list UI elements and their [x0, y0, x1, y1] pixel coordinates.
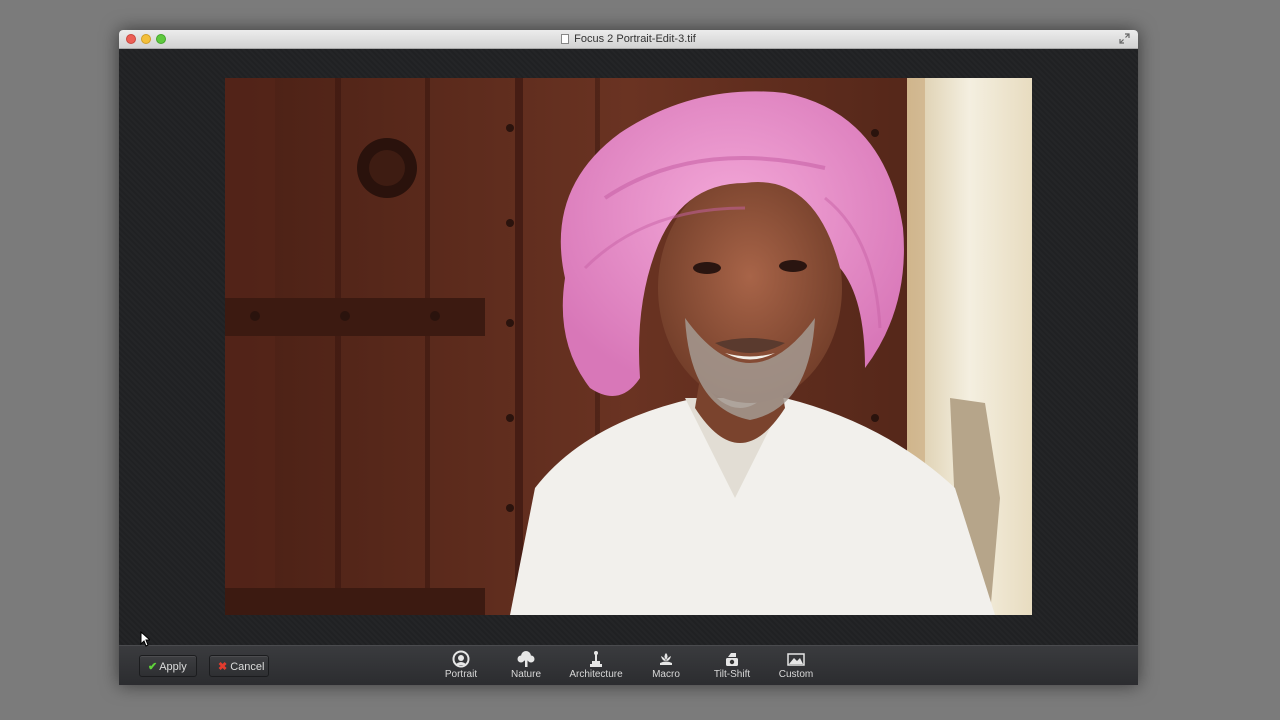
- portrait-photo: [225, 78, 1032, 615]
- preset-label: Macro: [652, 669, 680, 680]
- mouse-cursor-icon: [140, 631, 150, 647]
- title-bar: Focus 2 Portrait-Edit-3.tif: [119, 30, 1138, 49]
- window-title: Focus 2 Portrait-Edit-3.tif: [574, 33, 696, 45]
- preset-tilt-shift[interactable]: Tilt-Shift: [711, 650, 753, 684]
- preset-label: Nature: [510, 669, 541, 680]
- preset-nature[interactable]: Nature: [508, 650, 544, 684]
- window-title-wrap: Focus 2 Portrait-Edit-3.tif: [119, 32, 1138, 46]
- custom-landscape-icon: [787, 653, 805, 666]
- preset-macro[interactable]: Macro: [649, 650, 683, 684]
- flower-icon: [660, 653, 672, 665]
- apply-label: Apply: [159, 661, 187, 673]
- cancel-label: Cancel: [230, 661, 265, 673]
- photo-preview: [225, 78, 1032, 615]
- preset-label: Architecture: [569, 669, 623, 680]
- preset-architecture[interactable]: Architecture: [567, 650, 625, 684]
- preview-canvas: [119, 49, 1138, 645]
- tree-icon: [517, 651, 535, 667]
- app-window: Focus 2 Portrait-Edit-3.tif ✔ Apply ✖ Ca…: [119, 30, 1138, 685]
- preset-label: Tilt-Shift: [713, 669, 751, 680]
- fullscreen-icon[interactable]: [1119, 33, 1130, 44]
- cancel-button[interactable]: ✖ Cancel: [209, 655, 269, 677]
- preset-custom[interactable]: Custom: [777, 650, 815, 684]
- x-icon: ✖: [218, 661, 228, 673]
- check-icon: ✔: [148, 661, 158, 673]
- preset-label: Portrait: [444, 669, 478, 680]
- statue-icon: [590, 651, 602, 667]
- apply-button[interactable]: ✔ Apply: [139, 655, 197, 677]
- document-icon: [561, 34, 570, 44]
- tilt-shift-icon: [726, 653, 738, 666]
- preset-label: Custom: [778, 669, 814, 680]
- preset-portrait[interactable]: Portrait: [441, 650, 481, 684]
- bottom-toolbar: ✔ Apply ✖ Cancel Portrait Nature Archite…: [119, 645, 1138, 685]
- portrait-icon: [452, 650, 470, 668]
